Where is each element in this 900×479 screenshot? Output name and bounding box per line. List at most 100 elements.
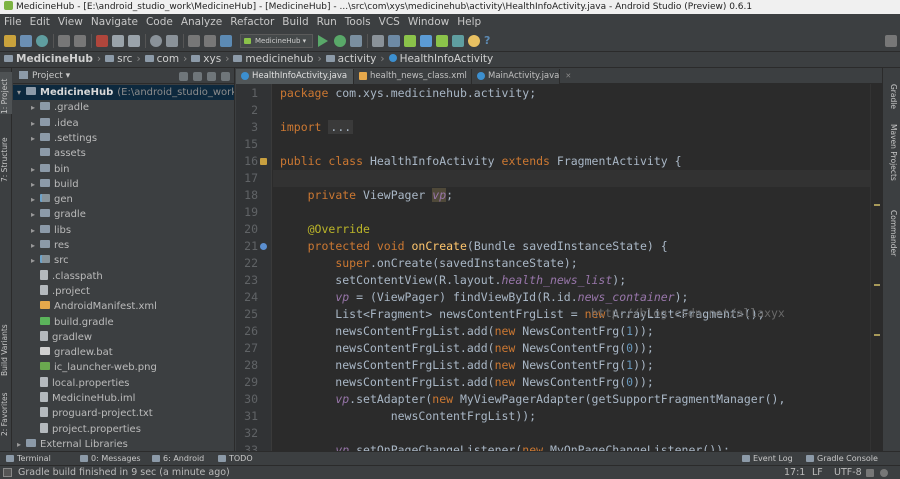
code-line[interactable] [273,204,870,221]
breadcrumb-src[interactable]: src [105,52,132,67]
menu-navigate[interactable]: Navigate [87,14,142,30]
code-line[interactable] [273,102,870,119]
project-structure-icon[interactable] [388,35,400,47]
error-stripe-mark[interactable] [874,334,880,336]
tool-tab-gradle-console[interactable]: Gradle Console [806,452,878,465]
chevron-right-icon[interactable]: ▸ [31,238,40,253]
external-libraries[interactable]: ▸ External Libraries [17,437,128,451]
tool-tab-todo[interactable]: TODO [218,452,253,465]
chevron-right-icon[interactable]: ▸ [31,253,40,268]
menu-code[interactable]: Code [142,14,177,30]
code-line[interactable]: import ... [273,119,870,136]
tool-tab-project[interactable]: 1: Project [0,72,12,114]
chevron-down-icon[interactable]: ▾ [17,85,26,100]
tool-tab-gradle[interactable]: Gradle [886,84,898,116]
help-icon[interactable]: ? [484,35,496,47]
tool-tab-commander[interactable]: Commander [886,210,898,270]
tree-item[interactable]: proguard-project.txt [31,406,153,421]
sync-gradle-icon[interactable] [452,35,464,47]
code-line[interactable]: super.onCreate(savedInstanceState); [273,255,870,272]
chevron-right-icon[interactable]: ▸ [17,437,26,451]
tool-tab-android[interactable]: 6: Android [152,452,204,465]
open-folder-icon[interactable] [4,35,16,47]
code-line[interactable]: vp = (ViewPager) findViewById(R.id.news_… [273,289,870,306]
copy-icon[interactable] [112,35,124,47]
code-line[interactable] [273,425,870,442]
code-line[interactable] [273,136,870,153]
undo-icon[interactable] [58,35,70,47]
error-stripe-mark[interactable] [874,204,880,206]
tree-item[interactable]: project.properties [31,422,141,437]
line-separator[interactable]: LF [812,466,823,479]
tree-item[interactable]: AndroidManifest.xml [31,299,157,314]
tool-tab-build-variants[interactable]: Build Variants [0,316,12,376]
menu-vcs[interactable]: VCS [375,14,404,30]
tool-tab-terminal[interactable]: Terminal [6,452,51,465]
toggle-tool-windows-icon[interactable] [3,468,12,477]
run-configuration-select[interactable]: MedicineHub ▾ [240,34,314,48]
tool-tab-favorites[interactable]: 2: Favorites [0,386,12,436]
chevron-right-icon[interactable]: ▸ [31,162,40,177]
error-stripe-mark[interactable] [874,284,880,286]
scroll-from-source-icon[interactable] [179,72,188,81]
class-marker-icon[interactable] [260,157,267,165]
chevron-right-icon[interactable]: ▸ [31,177,40,192]
save-all-icon[interactable] [20,35,32,47]
menu-build[interactable]: Build [278,14,312,30]
search-everywhere-icon[interactable] [885,35,897,47]
code-line[interactable]: public class HealthInfoActivity extends … [273,153,870,170]
chevron-right-icon[interactable]: ▸ [31,207,40,222]
caret-position[interactable]: 17:1 [784,466,805,479]
code-line[interactable]: newsContentFrgList.add(new NewsContentFr… [273,374,870,391]
settings-icon[interactable] [372,35,384,47]
menu-edit[interactable]: Edit [26,14,54,30]
chevron-right-icon[interactable]: ▸ [31,192,40,207]
chevron-right-icon[interactable]: ▸ [31,116,40,131]
hide-panel-icon[interactable] [221,72,230,81]
tree-item[interactable]: ▸ build [31,177,79,192]
code-line[interactable]: @Override [273,221,870,238]
project-view-select[interactable]: Project [32,71,63,81]
code-line[interactable]: List<Fragment> newsContentFrgList = new … [273,306,870,323]
menu-run[interactable]: Run [313,14,341,30]
breadcrumb-medicinehub[interactable]: MedicineHub [4,52,93,67]
tree-item[interactable]: MedicineHub.iml [31,391,135,406]
tree-item[interactable]: ▸ .idea [31,116,79,131]
debug-icon[interactable] [334,35,346,47]
menu-tools[interactable]: Tools [341,14,375,30]
tree-item[interactable]: ▸ .settings [31,131,97,146]
collapse-all-icon[interactable] [193,72,202,81]
tree-item[interactable]: ▸ bin [31,162,69,177]
tree-item[interactable]: .project [31,284,90,299]
forward-icon[interactable] [204,35,216,47]
tree-item[interactable]: local.properties [31,376,130,391]
project-root[interactable]: ▾ MedicineHub(E:\android_studio_work\M [13,85,234,101]
editor-tab[interactable]: MainActivity.java ✕ [472,69,571,84]
sdk-manager-icon[interactable] [420,35,432,47]
find-icon[interactable] [150,35,162,47]
android-device-icon[interactable] [468,35,480,47]
menu-analyze[interactable]: Analyze [177,14,226,30]
breadcrumb-healthinfoactivity[interactable]: HealthInfoActivity [388,52,493,67]
code-line[interactable]: vp.setOnPageChangeListener(new MyOnPageC… [273,442,870,452]
code-line[interactable]: newsContentFrgList.add(new NewsContentFr… [273,323,870,340]
attach-debugger-icon[interactable] [350,35,362,47]
chevron-right-icon[interactable]: ▸ [31,131,40,146]
tree-item[interactable]: ▸ gen [31,192,73,207]
code-line[interactable]: newsContentFrgList.add(new NewsContentFr… [273,340,870,357]
replace-icon[interactable] [166,35,178,47]
code-line[interactable]: private ViewPager vp; [273,187,870,204]
breadcrumb-medicinehub-pkg[interactable]: medicinehub [233,52,313,67]
tree-item[interactable]: ic_launcher-web.png [31,360,157,375]
override-marker-icon[interactable] [260,242,267,250]
code-line[interactable] [273,169,870,187]
cut-icon[interactable] [96,35,108,47]
chevron-right-icon[interactable]: ▸ [31,223,40,238]
sync-icon[interactable] [36,35,48,47]
paste-icon[interactable] [128,35,140,47]
menu-window[interactable]: Window [404,14,453,30]
redo-icon[interactable] [74,35,86,47]
tree-item[interactable]: ▸ .gradle [31,100,89,115]
tool-tab-structure[interactable]: 7: Structure [0,134,12,182]
menu-view[interactable]: View [54,14,87,30]
